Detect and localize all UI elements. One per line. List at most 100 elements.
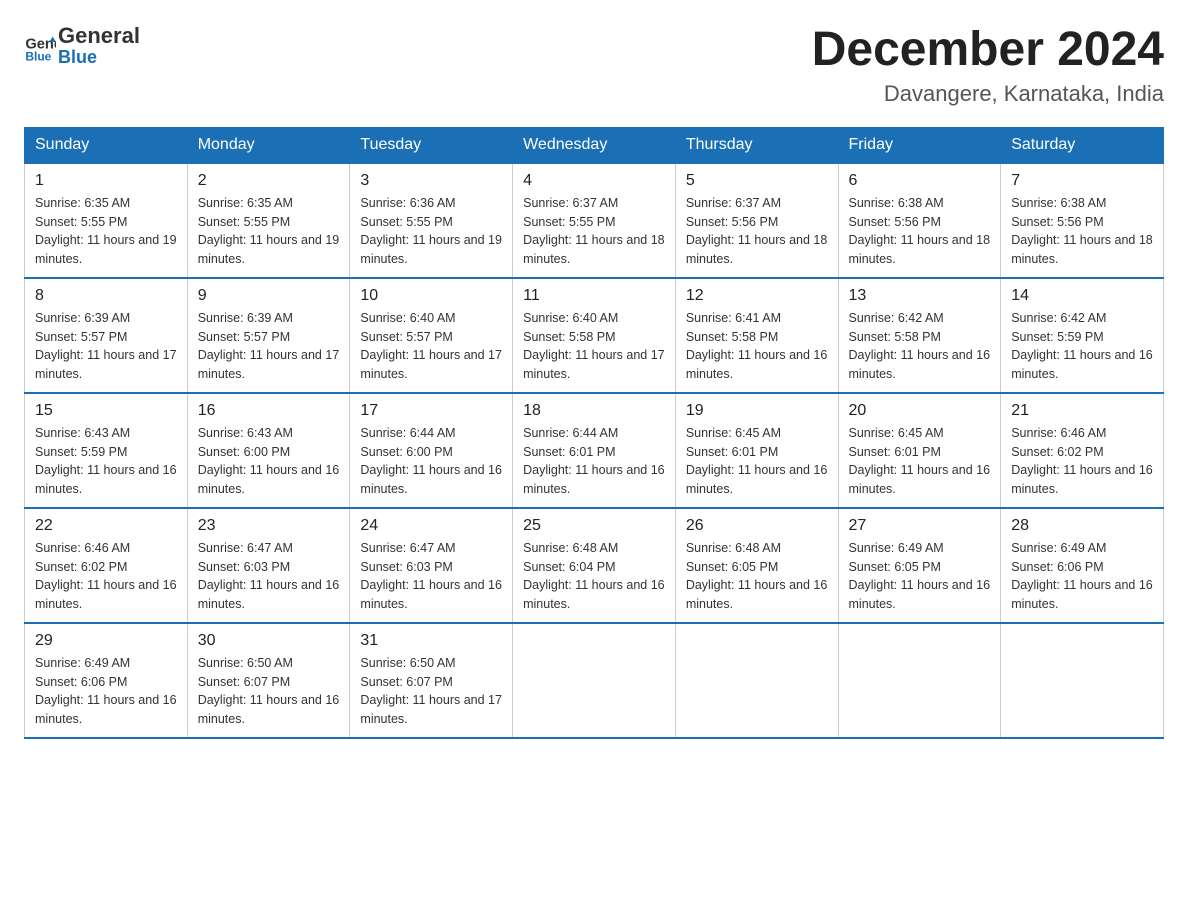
table-cell: 10 Sunrise: 6:40 AM Sunset: 5:57 PM Dayl… <box>350 278 513 393</box>
table-cell: 29 Sunrise: 6:49 AM Sunset: 6:06 PM Dayl… <box>25 623 188 738</box>
day-number: 2 <box>198 172 340 190</box>
day-number: 31 <box>360 632 502 650</box>
day-info: Sunrise: 6:37 AM Sunset: 5:56 PM Dayligh… <box>686 194 828 269</box>
table-cell: 28 Sunrise: 6:49 AM Sunset: 6:06 PM Dayl… <box>1001 508 1164 623</box>
table-cell: 17 Sunrise: 6:44 AM Sunset: 6:00 PM Dayl… <box>350 393 513 508</box>
col-thursday: Thursday <box>675 127 838 163</box>
table-cell: 8 Sunrise: 6:39 AM Sunset: 5:57 PM Dayli… <box>25 278 188 393</box>
day-info: Sunrise: 6:45 AM Sunset: 6:01 PM Dayligh… <box>849 424 991 499</box>
day-info: Sunrise: 6:41 AM Sunset: 5:58 PM Dayligh… <box>686 309 828 384</box>
day-number: 21 <box>1011 402 1153 420</box>
table-cell: 15 Sunrise: 6:43 AM Sunset: 5:59 PM Dayl… <box>25 393 188 508</box>
day-info: Sunrise: 6:50 AM Sunset: 6:07 PM Dayligh… <box>198 654 340 729</box>
col-wednesday: Wednesday <box>513 127 676 163</box>
col-sunday: Sunday <box>25 127 188 163</box>
day-info: Sunrise: 6:40 AM Sunset: 5:57 PM Dayligh… <box>360 309 502 384</box>
day-number: 27 <box>849 517 991 535</box>
day-info: Sunrise: 6:46 AM Sunset: 6:02 PM Dayligh… <box>35 539 177 614</box>
table-cell <box>1001 623 1164 738</box>
table-cell: 25 Sunrise: 6:48 AM Sunset: 6:04 PM Dayl… <box>513 508 676 623</box>
table-cell: 23 Sunrise: 6:47 AM Sunset: 6:03 PM Dayl… <box>187 508 350 623</box>
day-number: 18 <box>523 402 665 420</box>
table-cell: 13 Sunrise: 6:42 AM Sunset: 5:58 PM Dayl… <box>838 278 1001 393</box>
day-info: Sunrise: 6:49 AM Sunset: 6:06 PM Dayligh… <box>1011 539 1153 614</box>
logo-icon: General Blue <box>24 30 56 62</box>
table-cell: 19 Sunrise: 6:45 AM Sunset: 6:01 PM Dayl… <box>675 393 838 508</box>
day-info: Sunrise: 6:38 AM Sunset: 5:56 PM Dayligh… <box>1011 194 1153 269</box>
day-number: 7 <box>1011 172 1153 190</box>
table-cell <box>675 623 838 738</box>
table-cell: 16 Sunrise: 6:43 AM Sunset: 6:00 PM Dayl… <box>187 393 350 508</box>
week-row-2: 8 Sunrise: 6:39 AM Sunset: 5:57 PM Dayli… <box>25 278 1164 393</box>
table-cell: 7 Sunrise: 6:38 AM Sunset: 5:56 PM Dayli… <box>1001 163 1164 278</box>
table-cell: 24 Sunrise: 6:47 AM Sunset: 6:03 PM Dayl… <box>350 508 513 623</box>
day-number: 24 <box>360 517 502 535</box>
day-number: 6 <box>849 172 991 190</box>
day-info: Sunrise: 6:46 AM Sunset: 6:02 PM Dayligh… <box>1011 424 1153 499</box>
table-cell: 31 Sunrise: 6:50 AM Sunset: 6:07 PM Dayl… <box>350 623 513 738</box>
month-title: December 2024 <box>812 24 1164 77</box>
table-cell: 22 Sunrise: 6:46 AM Sunset: 6:02 PM Dayl… <box>25 508 188 623</box>
day-info: Sunrise: 6:48 AM Sunset: 6:04 PM Dayligh… <box>523 539 665 614</box>
day-number: 17 <box>360 402 502 420</box>
day-info: Sunrise: 6:39 AM Sunset: 5:57 PM Dayligh… <box>198 309 340 384</box>
day-info: Sunrise: 6:40 AM Sunset: 5:58 PM Dayligh… <box>523 309 665 384</box>
day-number: 30 <box>198 632 340 650</box>
calendar-table: Sunday Monday Tuesday Wednesday Thursday… <box>24 127 1164 739</box>
day-info: Sunrise: 6:39 AM Sunset: 5:57 PM Dayligh… <box>35 309 177 384</box>
day-info: Sunrise: 6:36 AM Sunset: 5:55 PM Dayligh… <box>360 194 502 269</box>
table-cell: 21 Sunrise: 6:46 AM Sunset: 6:02 PM Dayl… <box>1001 393 1164 508</box>
day-number: 19 <box>686 402 828 420</box>
week-row-4: 22 Sunrise: 6:46 AM Sunset: 6:02 PM Dayl… <box>25 508 1164 623</box>
day-number: 14 <box>1011 287 1153 305</box>
day-number: 16 <box>198 402 340 420</box>
day-info: Sunrise: 6:44 AM Sunset: 6:01 PM Dayligh… <box>523 424 665 499</box>
title-section: December 2024 Davangere, Karnataka, Indi… <box>812 24 1164 107</box>
table-cell: 12 Sunrise: 6:41 AM Sunset: 5:58 PM Dayl… <box>675 278 838 393</box>
day-info: Sunrise: 6:45 AM Sunset: 6:01 PM Dayligh… <box>686 424 828 499</box>
day-info: Sunrise: 6:49 AM Sunset: 6:06 PM Dayligh… <box>35 654 177 729</box>
day-info: Sunrise: 6:37 AM Sunset: 5:55 PM Dayligh… <box>523 194 665 269</box>
table-cell: 27 Sunrise: 6:49 AM Sunset: 6:05 PM Dayl… <box>838 508 1001 623</box>
logo-text-general: General <box>58 24 140 48</box>
page-header: General Blue General Blue December 2024 … <box>24 24 1164 107</box>
table-cell: 9 Sunrise: 6:39 AM Sunset: 5:57 PM Dayli… <box>187 278 350 393</box>
table-cell: 20 Sunrise: 6:45 AM Sunset: 6:01 PM Dayl… <box>838 393 1001 508</box>
table-cell: 18 Sunrise: 6:44 AM Sunset: 6:01 PM Dayl… <box>513 393 676 508</box>
week-row-5: 29 Sunrise: 6:49 AM Sunset: 6:06 PM Dayl… <box>25 623 1164 738</box>
day-info: Sunrise: 6:38 AM Sunset: 5:56 PM Dayligh… <box>849 194 991 269</box>
table-cell: 6 Sunrise: 6:38 AM Sunset: 5:56 PM Dayli… <box>838 163 1001 278</box>
day-number: 25 <box>523 517 665 535</box>
day-info: Sunrise: 6:43 AM Sunset: 5:59 PM Dayligh… <box>35 424 177 499</box>
table-cell: 2 Sunrise: 6:35 AM Sunset: 5:55 PM Dayli… <box>187 163 350 278</box>
day-info: Sunrise: 6:42 AM Sunset: 5:58 PM Dayligh… <box>849 309 991 384</box>
svg-text:Blue: Blue <box>25 50 51 62</box>
table-cell: 5 Sunrise: 6:37 AM Sunset: 5:56 PM Dayli… <box>675 163 838 278</box>
day-number: 23 <box>198 517 340 535</box>
table-cell <box>513 623 676 738</box>
day-info: Sunrise: 6:42 AM Sunset: 5:59 PM Dayligh… <box>1011 309 1153 384</box>
col-monday: Monday <box>187 127 350 163</box>
table-cell: 3 Sunrise: 6:36 AM Sunset: 5:55 PM Dayli… <box>350 163 513 278</box>
day-number: 28 <box>1011 517 1153 535</box>
calendar-header-row: Sunday Monday Tuesday Wednesday Thursday… <box>25 127 1164 163</box>
day-info: Sunrise: 6:35 AM Sunset: 5:55 PM Dayligh… <box>35 194 177 269</box>
day-number: 26 <box>686 517 828 535</box>
table-cell: 14 Sunrise: 6:42 AM Sunset: 5:59 PM Dayl… <box>1001 278 1164 393</box>
day-number: 13 <box>849 287 991 305</box>
table-cell: 4 Sunrise: 6:37 AM Sunset: 5:55 PM Dayli… <box>513 163 676 278</box>
day-number: 3 <box>360 172 502 190</box>
day-number: 10 <box>360 287 502 305</box>
day-info: Sunrise: 6:43 AM Sunset: 6:00 PM Dayligh… <box>198 424 340 499</box>
table-cell <box>838 623 1001 738</box>
col-friday: Friday <box>838 127 1001 163</box>
day-info: Sunrise: 6:44 AM Sunset: 6:00 PM Dayligh… <box>360 424 502 499</box>
col-tuesday: Tuesday <box>350 127 513 163</box>
table-cell: 1 Sunrise: 6:35 AM Sunset: 5:55 PM Dayli… <box>25 163 188 278</box>
table-cell: 30 Sunrise: 6:50 AM Sunset: 6:07 PM Dayl… <box>187 623 350 738</box>
day-number: 12 <box>686 287 828 305</box>
day-number: 22 <box>35 517 177 535</box>
day-number: 15 <box>35 402 177 420</box>
day-info: Sunrise: 6:35 AM Sunset: 5:55 PM Dayligh… <box>198 194 340 269</box>
day-info: Sunrise: 6:47 AM Sunset: 6:03 PM Dayligh… <box>360 539 502 614</box>
